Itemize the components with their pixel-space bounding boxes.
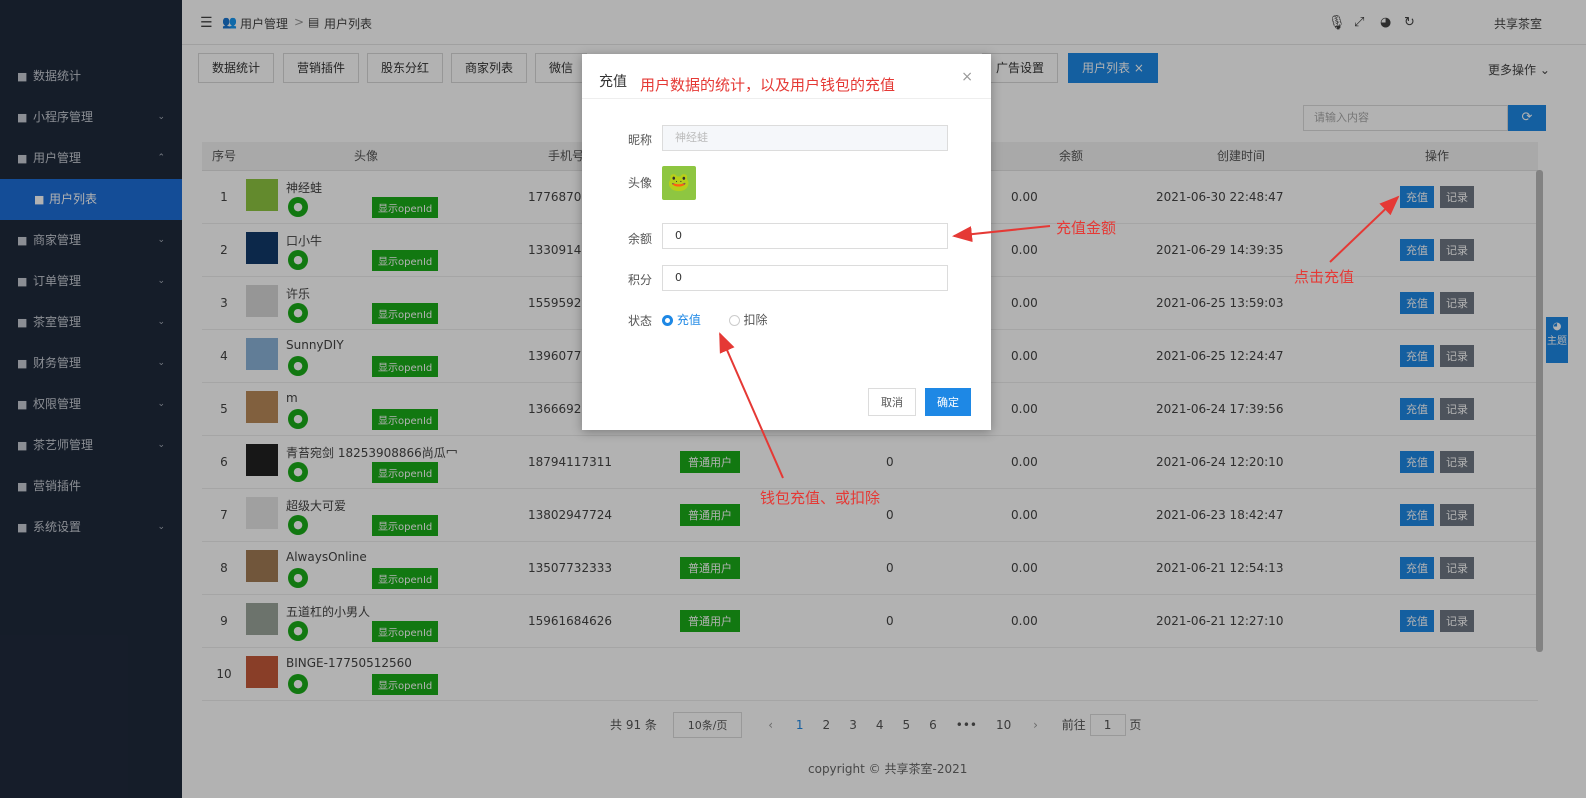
status-radio-group: 充值 扣除 <box>662 311 768 328</box>
radio-deduct[interactable]: 扣除 <box>728 313 768 327</box>
annotation-click-recharge: 点击充值 <box>1294 268 1355 286</box>
avatar: 🐸 <box>662 166 696 200</box>
radio-recharge-label: 充值 <box>676 313 701 327</box>
amount-label: 余额 <box>627 232 652 246</box>
radio-checked-icon <box>662 315 673 326</box>
radio-deduct-label: 扣除 <box>743 313 768 327</box>
annotation-recharge-deduct: 钱包充值、或扣除 <box>760 489 881 507</box>
amount-input[interactable]: 0 <box>662 223 948 249</box>
confirm-button[interactable]: 确定 <box>925 388 971 416</box>
cancel-button[interactable]: 取消 <box>868 388 916 416</box>
annotation-dialog: 用户数据的统计，以及用户钱包的充值 <box>640 76 896 94</box>
radio-unchecked-icon <box>728 315 740 326</box>
close-icon[interactable]: × <box>961 69 973 85</box>
nickname-field: 神经蛙 <box>662 125 948 151</box>
recharge-dialog: 充值 × 昵称 神经蛙 头像 🐸 余额 0 积分 0 状态 充值 扣除 取消 确… <box>582 54 991 430</box>
annotation-amount: 充值金额 <box>1056 219 1117 237</box>
nickname-label: 昵称 <box>627 133 652 147</box>
dialog-title: 充值 <box>599 74 627 90</box>
points-label: 积分 <box>627 273 652 287</box>
status-label: 状态 <box>627 314 652 328</box>
radio-recharge[interactable]: 充值 <box>662 313 701 327</box>
points-input[interactable]: 0 <box>662 265 948 291</box>
avatar-label: 头像 <box>627 176 652 190</box>
